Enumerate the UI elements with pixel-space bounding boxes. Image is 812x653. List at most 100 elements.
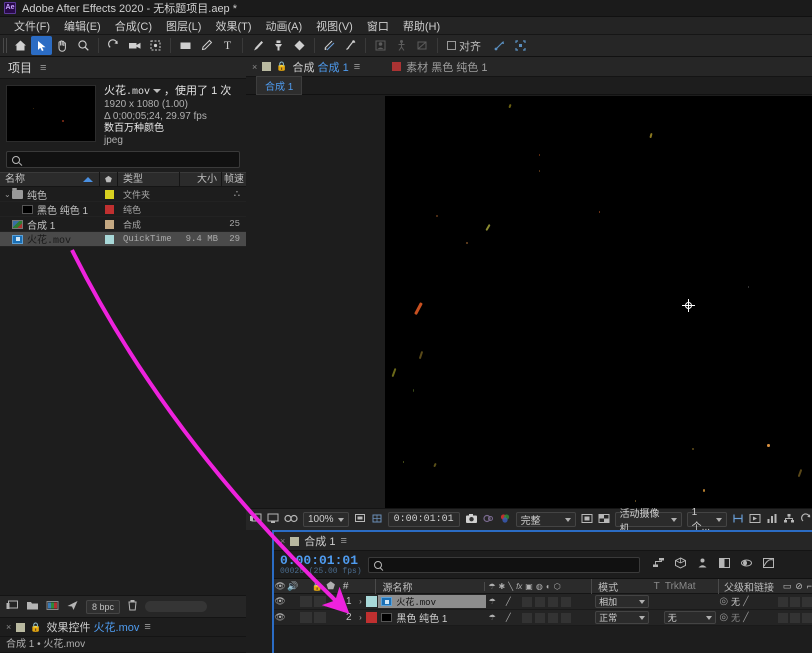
bounding-box-icon[interactable]: [510, 36, 531, 55]
project-settings-icon[interactable]: [46, 600, 59, 614]
close-icon[interactable]: ×: [280, 536, 285, 546]
layer-trkmat-select[interactable]: 无: [664, 611, 717, 624]
clone-stamp-tool-icon[interactable]: [268, 36, 289, 55]
menu-composition[interactable]: 合成(C): [108, 17, 159, 35]
snapshot-icon[interactable]: [465, 513, 478, 527]
reset-exposure-icon[interactable]: [800, 513, 812, 527]
menu-file[interactable]: 文件(F): [7, 17, 57, 35]
layer-parent-cell[interactable]: ◎ 无 ╱: [716, 595, 778, 608]
frame-blend-switch-box[interactable]: [535, 613, 545, 623]
main-view-icon[interactable]: [250, 513, 262, 527]
quality-switch-icon[interactable]: ╱: [506, 597, 511, 606]
footage-tab-label[interactable]: 素材 黑色 纯色 1: [406, 59, 487, 75]
effects-controls-tab-label[interactable]: 效果控件 火花.mov: [46, 619, 139, 635]
type-tool-icon[interactable]: T: [217, 36, 238, 55]
mask-shape-icon[interactable]: [412, 36, 433, 55]
close-icon[interactable]: ×: [6, 622, 11, 632]
column-type[interactable]: 类型: [118, 172, 180, 187]
column-size[interactable]: 大小: [180, 172, 222, 187]
shy-switch-icon[interactable]: ☂: [489, 613, 496, 622]
pickwhip-icon[interactable]: ◎: [719, 612, 728, 623]
column-label-color[interactable]: ⬟: [100, 172, 118, 187]
table-row[interactable]: ⌄ 纯色 文件夹 ⛬: [0, 187, 246, 202]
pickwhip-icon[interactable]: ◎: [719, 596, 728, 607]
view-layout-select[interactable]: 1 个...: [687, 512, 727, 527]
align-toggle[interactable]: 对齐: [447, 38, 481, 54]
grid-guides-icon[interactable]: [371, 513, 383, 527]
layer-expand-chevron-icon[interactable]: ›: [356, 613, 366, 622]
brush-tool-icon[interactable]: [247, 36, 268, 55]
region-of-interest-icon[interactable]: [354, 513, 366, 527]
menu-layer[interactable]: 图层(L): [159, 17, 208, 35]
layer-visibility-toggle[interactable]: 👁: [274, 596, 286, 607]
extra-box-3[interactable]: [802, 597, 812, 607]
timeline-panel-menu-icon[interactable]: ≡: [340, 535, 346, 547]
lock-icon[interactable]: 🔒: [30, 622, 41, 633]
effects-switch-box[interactable]: [522, 613, 532, 623]
delete-icon[interactable]: [127, 599, 138, 614]
lock-icon[interactable]: 🔒: [276, 61, 287, 72]
mode-column[interactable]: 模式: [591, 579, 650, 594]
hand-tool-icon[interactable]: [52, 36, 73, 55]
bit-depth-button[interactable]: 8 bpc: [86, 600, 120, 614]
sort-ascending-icon[interactable]: [83, 177, 93, 182]
graph-editor-icon[interactable]: [762, 557, 775, 572]
align-checkbox[interactable]: [447, 41, 456, 50]
table-row[interactable]: 火花.mov QuickTime 9.4 MB 29: [0, 232, 246, 247]
layer-lock-toggle[interactable]: [314, 612, 326, 623]
camera-tool-icon[interactable]: [124, 36, 145, 55]
toolbar-grip[interactable]: [3, 38, 8, 53]
puppet-pin-icon[interactable]: [391, 36, 412, 55]
table-row[interactable]: 黑色 纯色 1 纯色: [0, 202, 246, 217]
monitor-icon[interactable]: [267, 513, 279, 527]
3d-glasses-icon[interactable]: [284, 513, 298, 527]
trkmat-column[interactable]: TrkMat: [663, 581, 718, 592]
camera-view-select[interactable]: 活动摄像机: [615, 512, 682, 527]
project-search-input[interactable]: [26, 154, 206, 165]
chevron-down-icon[interactable]: [153, 89, 161, 93]
composition-tab-label[interactable]: 合成 合成 1: [292, 59, 348, 75]
composition-viewer[interactable]: [246, 96, 812, 508]
fast-preview-icon[interactable]: [749, 513, 761, 527]
enable-frame-blending-icon[interactable]: [718, 557, 731, 572]
composition-panel-menu-icon[interactable]: ≡: [354, 61, 360, 73]
quality-switch-icon[interactable]: ╱: [506, 613, 511, 622]
layer-mode-cell[interactable]: 相加: [591, 595, 649, 608]
roto-brush-tool-icon[interactable]: [319, 36, 340, 55]
menu-animation[interactable]: 动画(A): [259, 17, 310, 35]
effects-panel-menu-icon[interactable]: ≡: [144, 621, 150, 633]
pen-tool-icon[interactable]: [196, 36, 217, 55]
resolution-select[interactable]: 完整: [516, 512, 576, 527]
menu-help[interactable]: 帮助(H): [396, 17, 447, 35]
project-panel-title[interactable]: 项目: [8, 59, 32, 76]
selection-tool-icon[interactable]: [31, 36, 52, 55]
timeline-icon[interactable]: [766, 513, 778, 527]
table-row[interactable]: 👁 1 › 火花.mov ☂ ╱: [274, 594, 812, 610]
extra-box-1[interactable]: [778, 613, 788, 623]
comp-flowchart-icon[interactable]: [783, 513, 795, 527]
table-row[interactable]: 👁 2 › 黑色 纯色 1 ☂ ╱: [274, 610, 812, 626]
puppet-tool-icon[interactable]: [340, 36, 361, 55]
zoom-level-select[interactable]: 100%: [303, 512, 349, 527]
show-snapshot-icon[interactable]: [483, 513, 494, 527]
timeline-tab-label[interactable]: 合成 1: [304, 533, 335, 549]
transparency-grid-icon[interactable]: [598, 513, 610, 527]
layer-trkmat-cell[interactable]: 无: [662, 611, 717, 624]
parent-dropdown-icon[interactable]: ╱: [743, 612, 748, 623]
column-name[interactable]: 名称: [0, 172, 100, 187]
expand-chevron-icon[interactable]: ⌄: [4, 190, 12, 199]
parent-link-column[interactable]: 父级和链接: [718, 579, 781, 594]
panel-menu-icon[interactable]: ≡: [40, 62, 46, 74]
channel-icon[interactable]: [499, 513, 511, 527]
character-panel-icon[interactable]: [370, 36, 391, 55]
timeline-search-input[interactable]: [388, 559, 628, 570]
shy-switch-icon[interactable]: ☂: [489, 597, 496, 606]
extra-box-3[interactable]: [802, 613, 812, 623]
composition-mini-flowchart-icon[interactable]: [652, 557, 665, 572]
layer-name-cell[interactable]: 火花.mov: [378, 595, 485, 608]
pan-behind-tool-icon[interactable]: [145, 36, 166, 55]
row-swatch[interactable]: [100, 190, 118, 199]
adjustment-switch-box[interactable]: [561, 613, 571, 623]
rotation-tool-icon[interactable]: [103, 36, 124, 55]
row-swatch[interactable]: [100, 205, 118, 214]
